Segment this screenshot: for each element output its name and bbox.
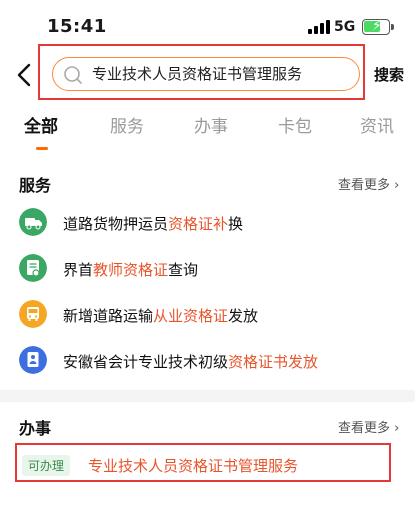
service-item-label: 新增道路运输从业资格证发放 bbox=[63, 307, 259, 325]
search-icon bbox=[64, 66, 82, 84]
available-badge: 可办理 bbox=[22, 455, 71, 476]
task-item-label[interactable]: 专业技术人员资格证书管理服务 bbox=[88, 455, 298, 476]
tasks-section-title: 办事 bbox=[19, 419, 52, 438]
service-item-transport-license[interactable]: 新增道路运输从业资格证发放 bbox=[0, 298, 415, 342]
status-time: 15:41 bbox=[47, 16, 107, 37]
chevron-right-icon: › bbox=[390, 421, 400, 436]
search-button[interactable]: 搜索 bbox=[374, 64, 404, 85]
search-query[interactable]: 专业技术人员资格证书管理服务 bbox=[92, 63, 302, 84]
battery-icon: ⚡ bbox=[362, 18, 390, 35]
truck-icon bbox=[19, 208, 47, 236]
tasks-more-link[interactable]: 查看更多 › bbox=[338, 417, 399, 436]
services-section-title: 服务 bbox=[19, 176, 52, 195]
signal-icon bbox=[308, 20, 330, 34]
tab-services[interactable]: 服务 bbox=[110, 112, 144, 137]
tab-news[interactable]: 资讯 bbox=[360, 112, 394, 137]
tasks-more-label: 查看更多 bbox=[338, 421, 391, 436]
services-more-link[interactable]: 查看更多 › bbox=[338, 174, 399, 193]
back-arrow-icon[interactable] bbox=[14, 62, 36, 88]
status-bar: 15:41 5G ⚡ bbox=[0, 0, 415, 44]
tab-all[interactable]: 全部 bbox=[24, 112, 58, 137]
tab-tasks[interactable]: 办事 bbox=[194, 112, 228, 137]
service-item-label: 安徽省会计专业技术初级资格证书发放 bbox=[63, 353, 319, 371]
service-item-teacher-license[interactable]: 界首教师资格证查询 bbox=[0, 252, 415, 296]
chevron-right-icon: › bbox=[390, 178, 400, 193]
bus-icon bbox=[19, 300, 47, 328]
service-item-label: 界首教师资格证查询 bbox=[63, 261, 199, 279]
service-item-escort-license[interactable]: 道路货物押运员资格证补换 bbox=[0, 206, 415, 250]
service-item-label: 道路货物押运员资格证补换 bbox=[63, 215, 244, 233]
tab-cards[interactable]: 卡包 bbox=[278, 112, 312, 137]
section-divider bbox=[0, 390, 415, 402]
network-type: 5G bbox=[334, 19, 356, 35]
certificate-icon bbox=[19, 254, 47, 282]
category-tabs: 全部 服务 办事 卡包 资讯 bbox=[0, 112, 415, 152]
battery-cap bbox=[391, 24, 394, 30]
document-icon bbox=[19, 346, 47, 374]
service-item-accounting-cert[interactable]: 安徽省会计专业技术初级资格证书发放 bbox=[0, 344, 415, 388]
tab-active-indicator bbox=[36, 147, 48, 150]
services-more-label: 查看更多 bbox=[338, 178, 391, 193]
